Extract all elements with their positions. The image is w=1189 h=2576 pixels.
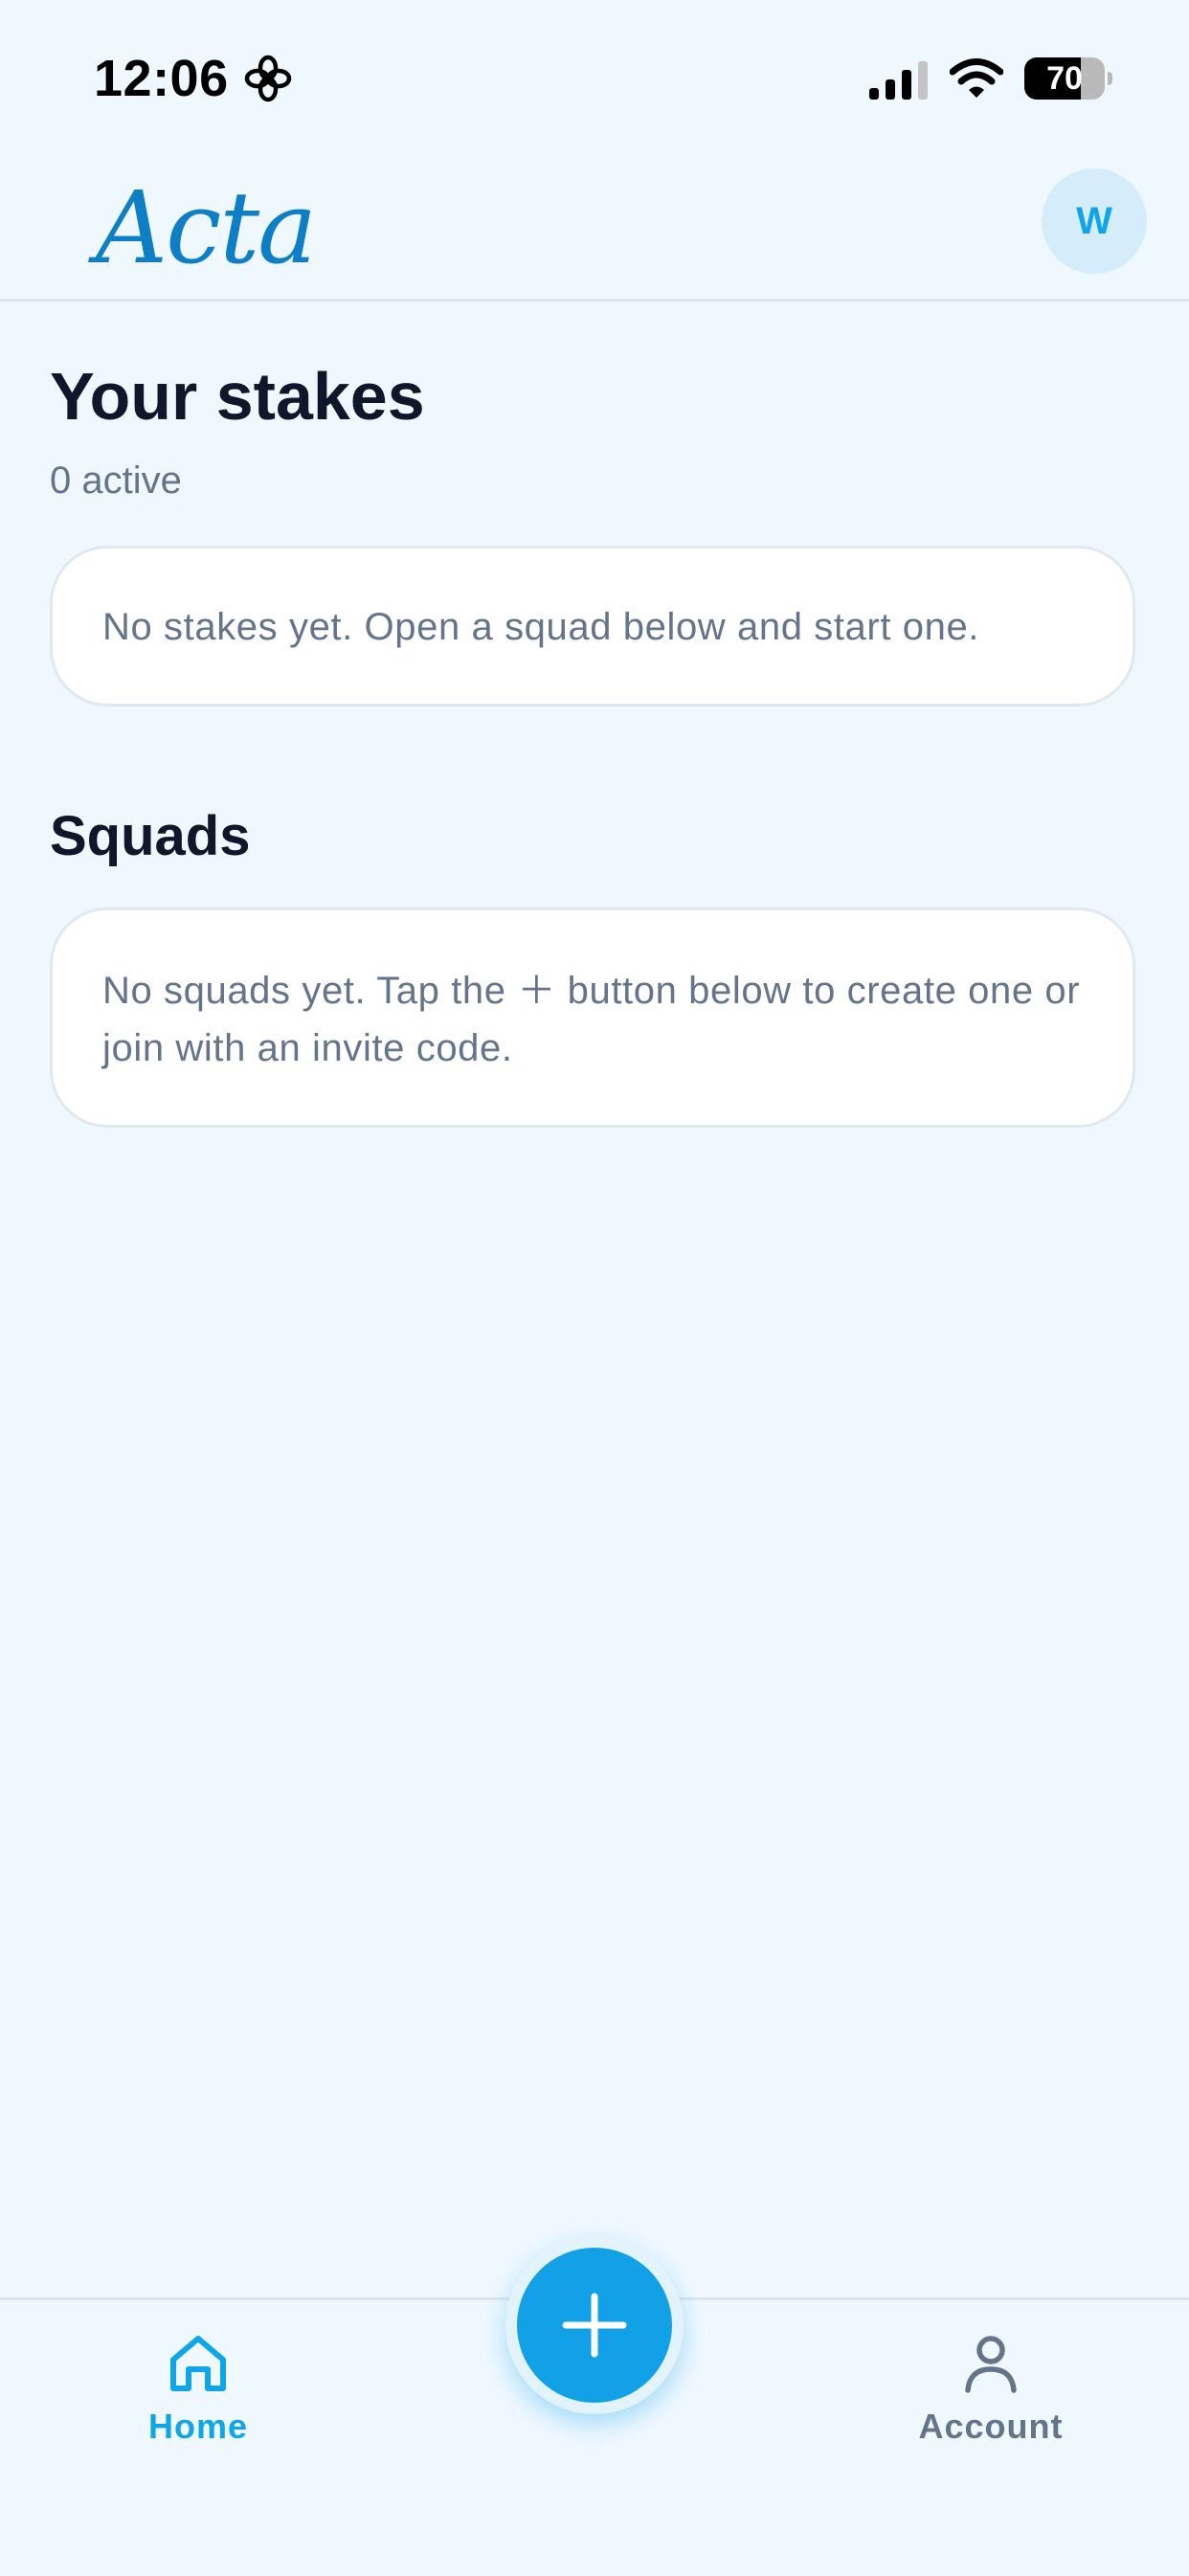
add-button-ring [505, 2236, 684, 2414]
battery-icon: 70 [1024, 57, 1112, 100]
app-header: Acta W [0, 153, 1189, 302]
plus-icon [562, 2293, 627, 2358]
house-icon [170, 2336, 226, 2391]
stakes-empty-card: No stakes yet. Open a squad below and st… [50, 546, 1135, 706]
squads-empty-card: No squads yet. Tap the ＋ button below to… [50, 907, 1135, 1128]
cellular-signal-icon [869, 61, 928, 100]
tab-home-label: Home [147, 2407, 249, 2446]
stakes-active-count: 0 active [50, 459, 182, 502]
tab-home[interactable]: Home [74, 2329, 323, 2463]
flower-icon [244, 55, 292, 102]
status-bar: 12:06 70 [0, 0, 1189, 153]
person-icon [965, 2336, 1017, 2393]
tab-account-label: Account [918, 2407, 1064, 2446]
squads-empty-message: No squads yet. Tap the ＋ button below to… [102, 970, 1081, 1069]
wifi-icon [950, 58, 1003, 98]
stakes-empty-message: No stakes yet. Open a squad below and st… [102, 606, 980, 648]
status-time: 12:06 [94, 50, 229, 107]
app-logo: Acta [96, 169, 317, 286]
add-button[interactable] [517, 2248, 672, 2403]
battery-level: 70 [1046, 60, 1083, 97]
tab-account[interactable]: Account [866, 2329, 1115, 2463]
squads-section-title: Squads [50, 805, 251, 867]
stakes-section-title: Your stakes [50, 359, 425, 434]
avatar[interactable]: W [1042, 168, 1147, 274]
